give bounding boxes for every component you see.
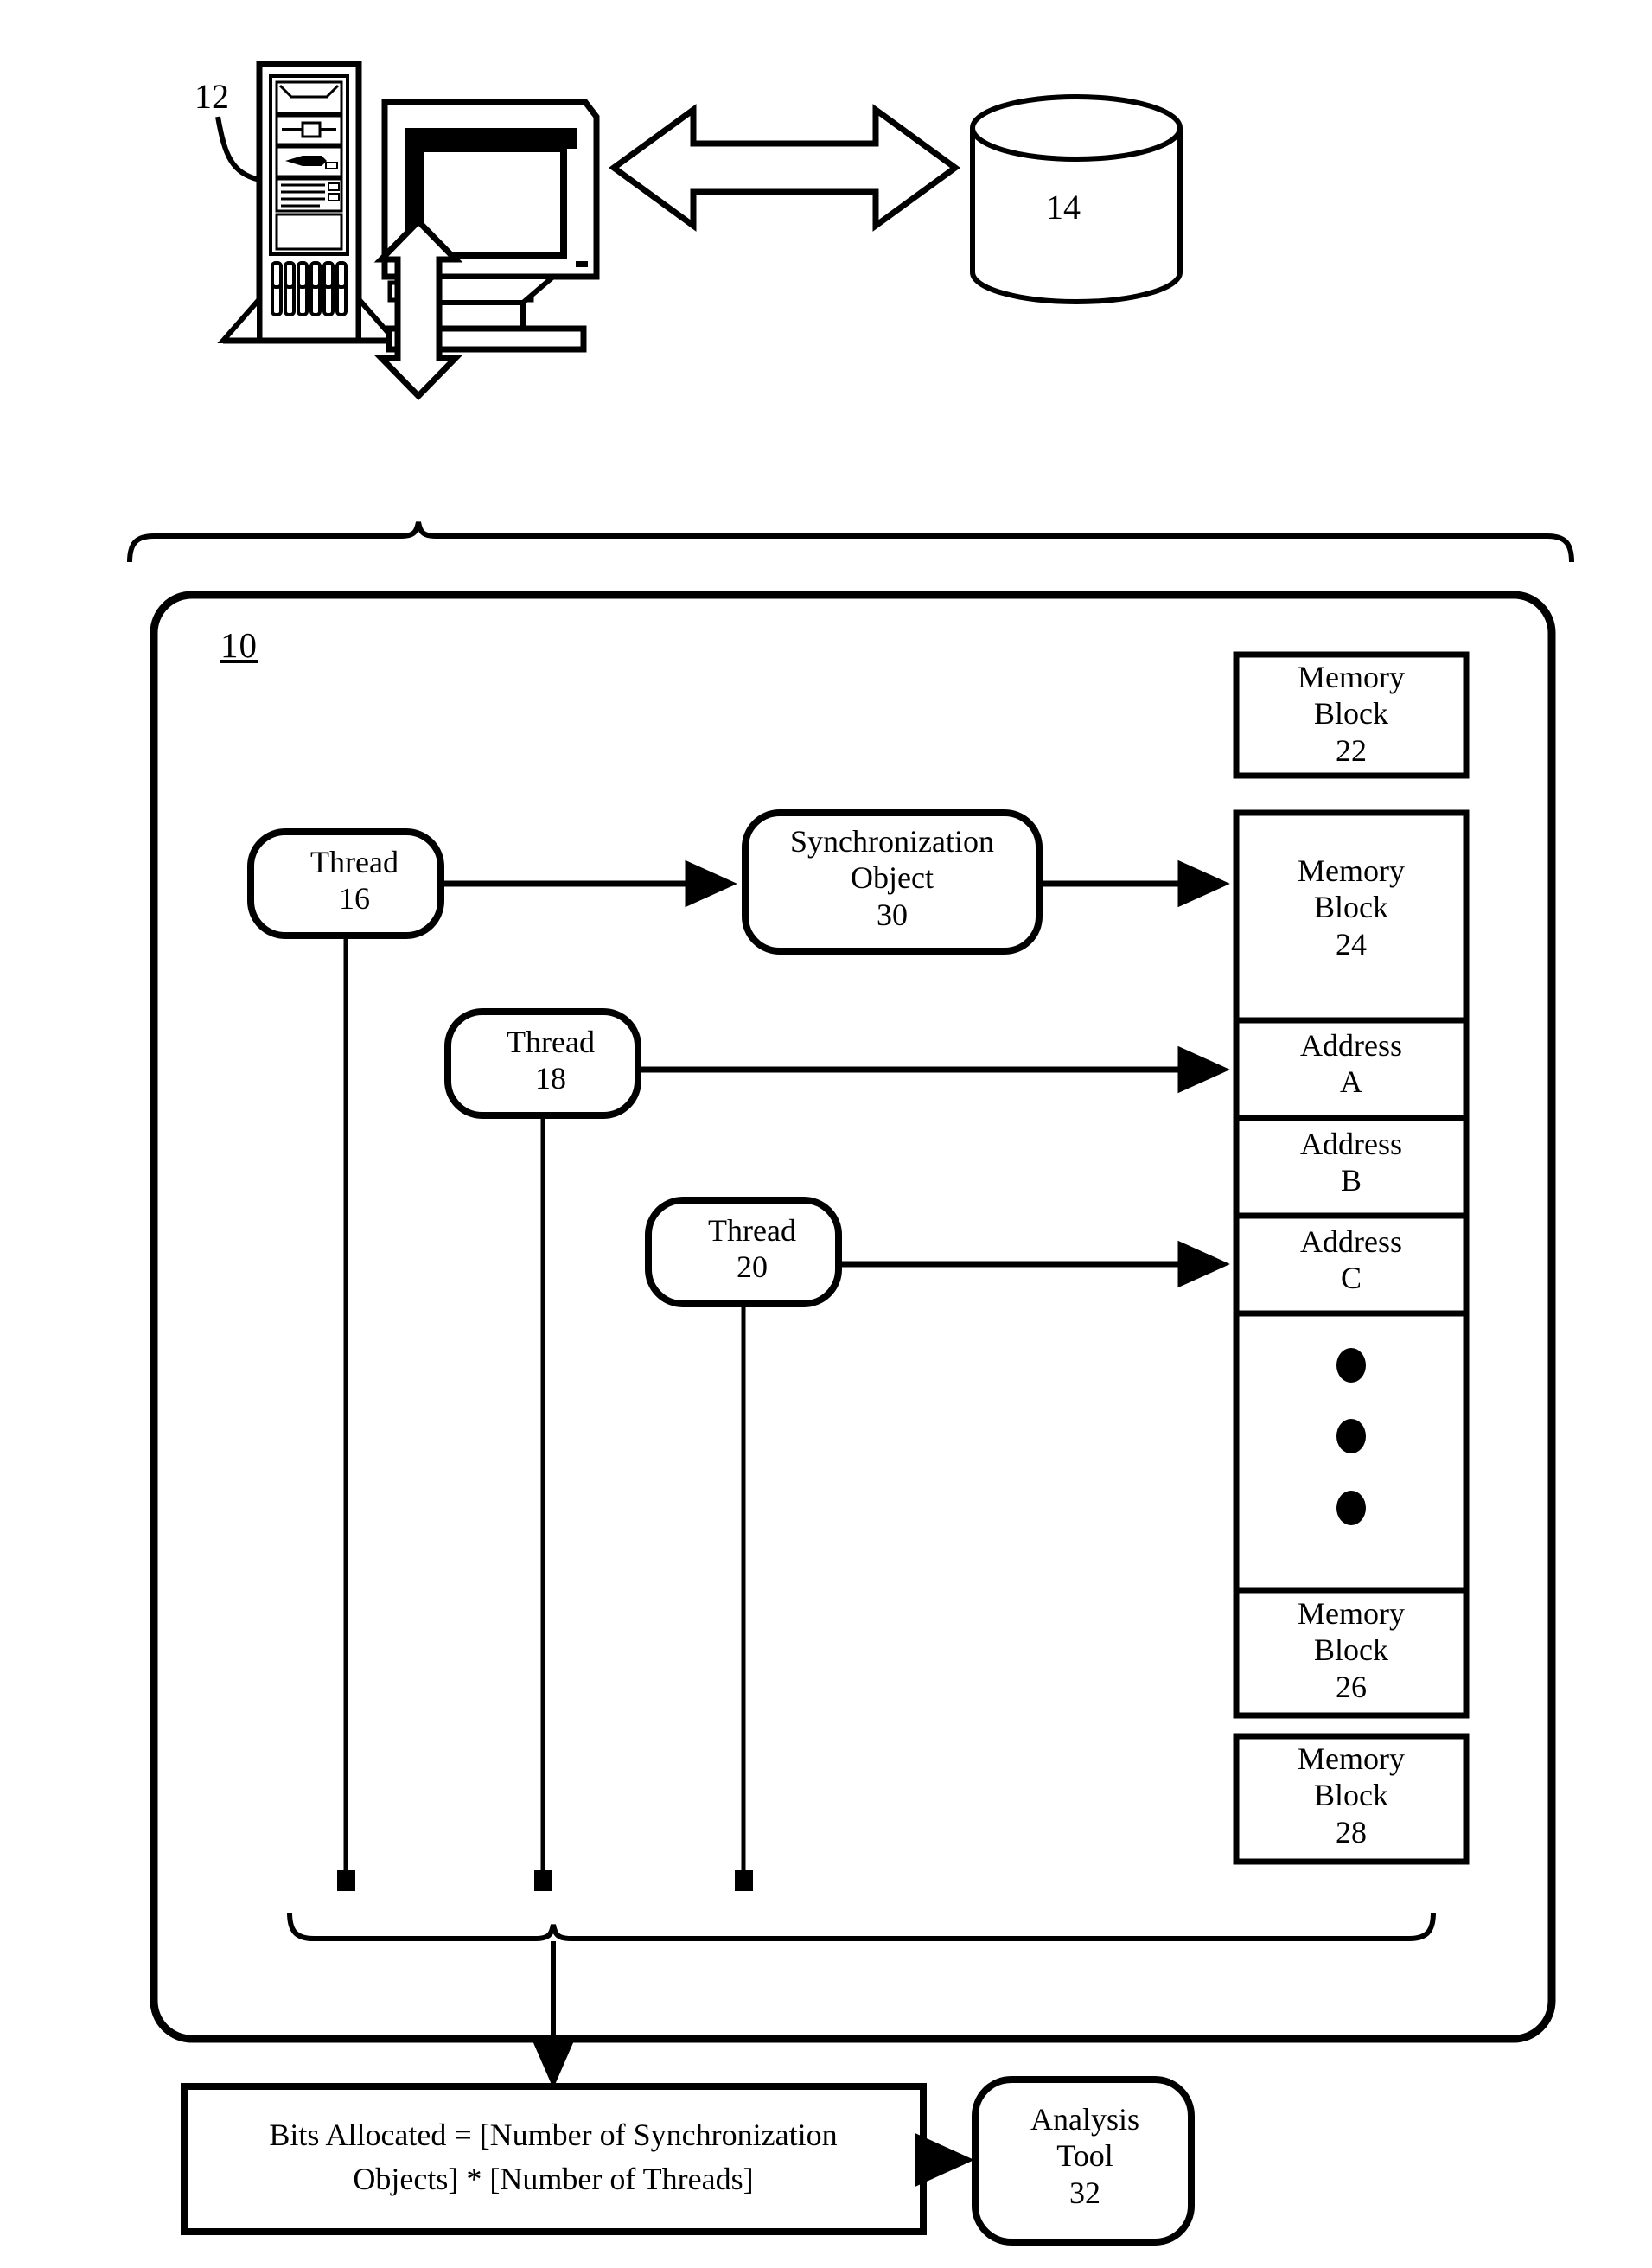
memory-block-column — [1233, 809, 1470, 1719]
synchronization-object-box — [742, 809, 1043, 955]
memory-ellipsis-dots — [1336, 1348, 1366, 1525]
thread-20-box — [645, 1197, 842, 1307]
thread-16-box — [247, 828, 444, 939]
diagram-vector-layer — [127, 61, 1574, 2246]
curly-brace-top-icon — [127, 521, 1574, 563]
double-arrow-horizontal-icon — [609, 104, 960, 232]
bits-allocated-formula-box — [181, 2083, 927, 2235]
thread-18-box — [444, 1008, 641, 1119]
memory-block-22-box — [1233, 651, 1470, 779]
analysis-tool-box — [972, 2076, 1195, 2246]
computer-tower-icon — [217, 61, 401, 344]
figure-canvas: 12 14 10 Thread 16 Thread 18 Thread 20 S… — [0, 0, 1652, 2268]
memory-block-28-box — [1233, 1733, 1470, 1865]
lead-line-12 — [215, 116, 260, 182]
database-cylinder-icon — [970, 94, 1183, 304]
